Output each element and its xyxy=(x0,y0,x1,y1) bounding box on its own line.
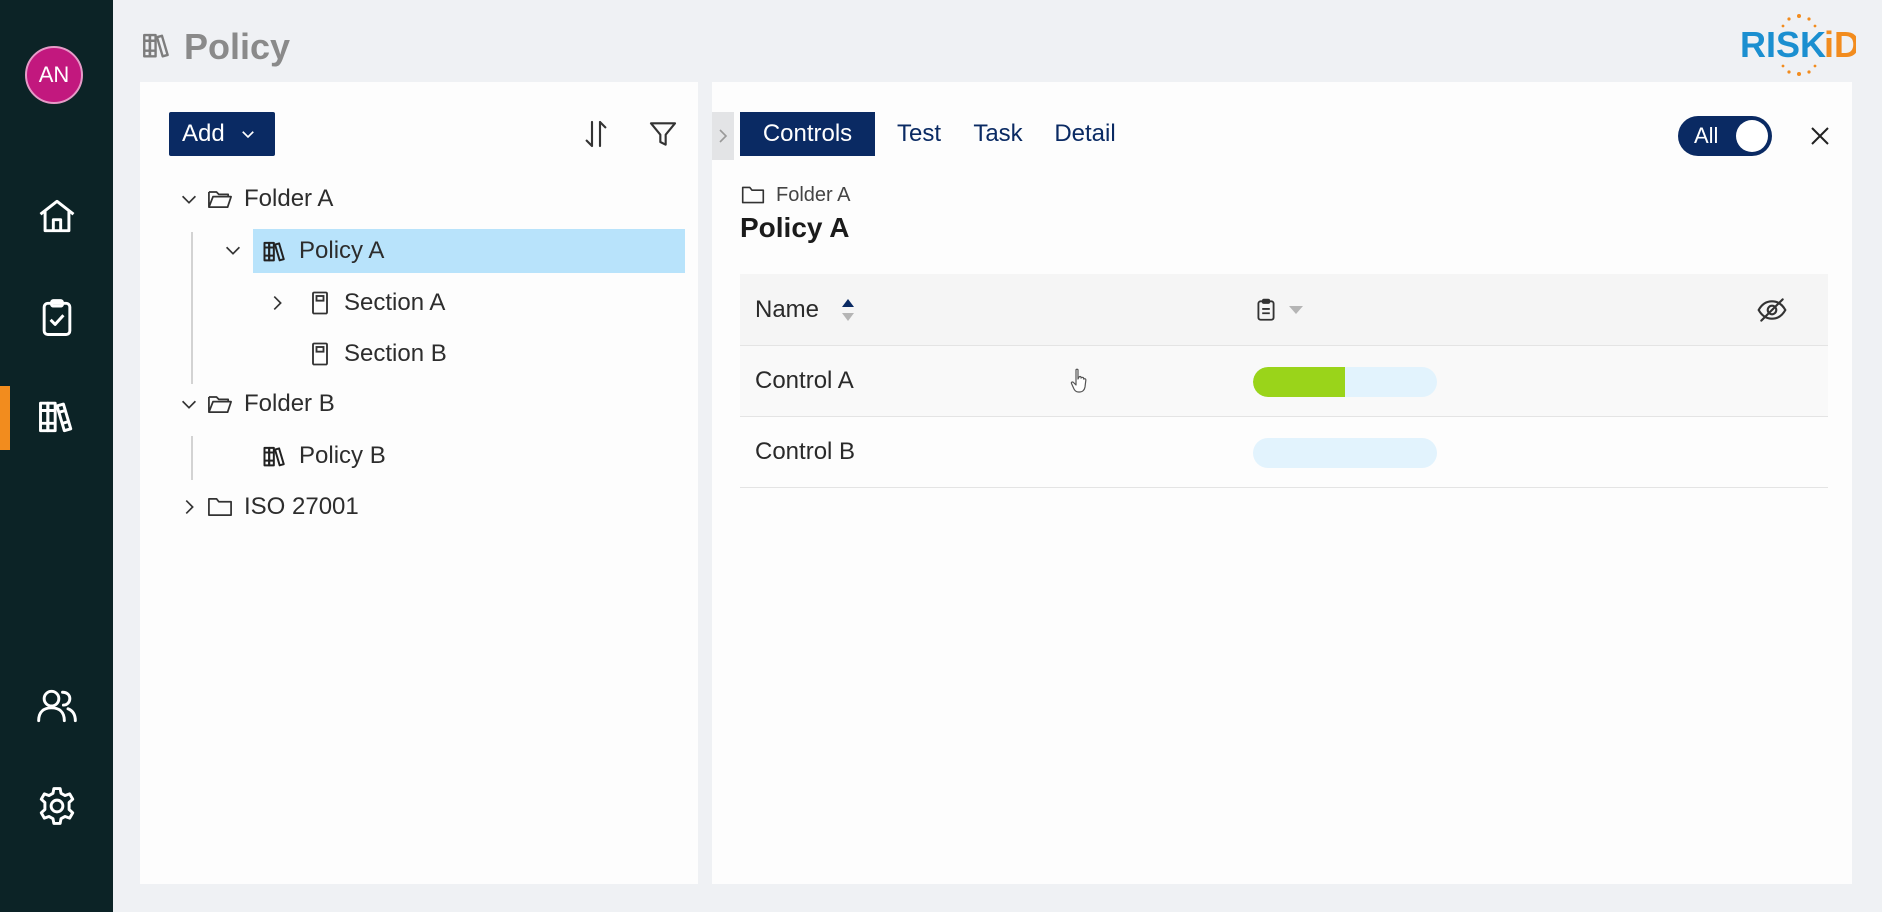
tree-item-iso-27001[interactable]: ISO 27001 xyxy=(174,485,359,529)
tree-item-policy-a-expander[interactable] xyxy=(218,228,248,272)
folder-icon xyxy=(204,491,236,523)
folder-open-icon xyxy=(204,183,236,215)
close-button[interactable] xyxy=(1802,118,1838,154)
sidebar: AN xyxy=(0,0,113,912)
users-icon xyxy=(36,689,77,723)
chevron-right-icon[interactable] xyxy=(174,492,204,522)
tree-item-label: Folder B xyxy=(244,390,335,417)
column-header-name[interactable]: Name xyxy=(755,274,855,346)
tree-item-section-a[interactable]: Section A xyxy=(262,281,445,325)
document-icon xyxy=(304,338,336,370)
tree-item-label: Policy A xyxy=(299,237,385,264)
tree-item-policy-b[interactable]: Policy B xyxy=(259,434,386,478)
svg-text:RISK: RISK xyxy=(1740,24,1826,65)
table-row[interactable]: Control B xyxy=(740,417,1828,488)
filter-button[interactable] xyxy=(641,112,685,156)
add-button-label: Add xyxy=(182,120,225,147)
books-icon xyxy=(259,235,291,267)
tab-controls[interactable]: Controls xyxy=(740,112,875,156)
breadcrumb-label[interactable]: Folder A xyxy=(776,184,850,207)
clipboard-check-icon xyxy=(42,299,71,336)
tab-task[interactable]: Task xyxy=(962,112,1034,156)
books-icon xyxy=(259,440,291,472)
table-row[interactable]: Control A xyxy=(740,346,1828,417)
svg-text:iD: iD xyxy=(1824,24,1856,65)
document-icon xyxy=(304,287,336,319)
tree-item-label: ISO 27001 xyxy=(244,493,359,520)
eye-off-icon xyxy=(1757,298,1787,322)
tree-item-section-b[interactable]: Section B xyxy=(304,332,447,376)
sort-button[interactable] xyxy=(574,112,618,156)
tree-item-folder-a[interactable]: Folder A xyxy=(174,177,333,221)
filter-icon xyxy=(649,122,677,146)
progress-fill xyxy=(1253,367,1345,397)
tab-test[interactable]: Test xyxy=(880,112,958,156)
chevron-down-icon[interactable] xyxy=(174,184,204,214)
chevron-down-icon[interactable] xyxy=(218,235,248,265)
controls-table: Name Control A Control B xyxy=(740,274,1828,488)
sort-icon xyxy=(585,120,607,148)
sort-ascending-icon xyxy=(842,299,855,321)
books-icon xyxy=(38,401,72,433)
books-icon xyxy=(140,28,174,67)
detail-panel: Controls Test Task Detail All Folder A P… xyxy=(712,82,1852,884)
gear-icon xyxy=(39,787,74,825)
tree-item-label: Policy B xyxy=(299,442,386,469)
riskid-logo: RISK iD xyxy=(1740,14,1856,76)
tree-guide-line xyxy=(191,232,193,384)
close-icon xyxy=(1811,127,1829,145)
tree-guide-line xyxy=(191,436,193,480)
chevron-down-icon[interactable] xyxy=(174,389,204,419)
table-header: Name xyxy=(740,274,1828,346)
control-name: Control B xyxy=(755,438,856,465)
collapse-panel-handle[interactable] xyxy=(712,112,734,160)
toggle-label: All xyxy=(1694,123,1719,148)
home-icon xyxy=(39,199,74,233)
sidebar-item-users[interactable] xyxy=(0,674,113,738)
sidebar-item-policy[interactable] xyxy=(0,384,113,450)
clipboard-icon xyxy=(1257,298,1275,321)
sidebar-item-home[interactable] xyxy=(0,184,113,248)
toggle-knob xyxy=(1736,120,1768,152)
page-title: Policy xyxy=(184,26,291,67)
add-button[interactable]: Add xyxy=(169,112,275,156)
chevron-right-icon xyxy=(719,129,728,143)
caret-down-icon xyxy=(1289,306,1303,314)
avatar[interactable]: AN xyxy=(25,46,83,104)
tree-item-policy-a[interactable]: Policy A xyxy=(253,229,685,273)
tree-item-label: Folder A xyxy=(244,185,334,212)
tab-detail[interactable]: Detail xyxy=(1040,112,1130,156)
tree-panel: Add Folder A Policy A Section A Section … xyxy=(140,82,698,884)
tree-item-folder-b[interactable]: Folder B xyxy=(174,382,335,426)
chevron-down-icon xyxy=(241,131,254,139)
page-header: Policy xyxy=(140,26,290,68)
detail-title: Policy A xyxy=(740,212,850,243)
sidebar-item-tasks[interactable] xyxy=(0,286,113,350)
breadcrumb: Folder A xyxy=(740,182,850,208)
column-header-label: Name xyxy=(755,296,820,323)
control-name: Control A xyxy=(755,367,854,394)
progress-bar xyxy=(1253,367,1437,397)
hand-cursor-icon xyxy=(1070,368,1087,393)
column-header-status[interactable] xyxy=(1253,274,1305,346)
tree-item-label: Section A xyxy=(344,289,446,316)
folder-icon xyxy=(741,186,765,204)
hide-columns-button[interactable] xyxy=(1750,274,1794,346)
sidebar-item-settings[interactable] xyxy=(0,774,113,838)
progress-bar xyxy=(1253,438,1437,468)
show-all-toggle[interactable]: All xyxy=(1678,116,1772,156)
tree-item-label: Section B xyxy=(344,340,447,367)
chevron-right-icon[interactable] xyxy=(262,288,292,318)
folder-open-icon xyxy=(204,388,236,420)
